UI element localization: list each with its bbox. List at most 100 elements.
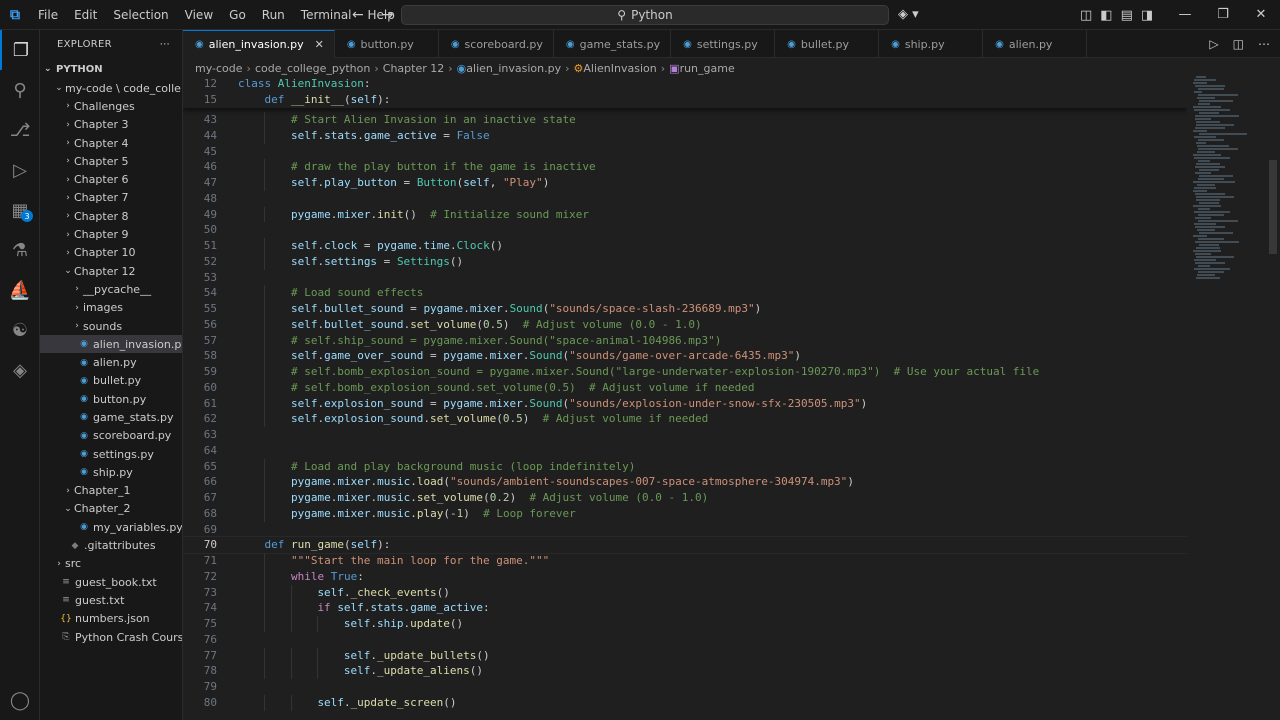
tab-alien_invasion-py[interactable]: ◉ alien_invasion.py ✕: [183, 30, 335, 58]
code-line[interactable]: 77 self._update_bullets(): [183, 647, 1187, 664]
remote-explorer-icon[interactable]: ☯: [0, 310, 40, 350]
tree-folder[interactable]: › Chapter 8: [40, 207, 182, 225]
code-line[interactable]: 80 self._update_screen(): [183, 694, 1187, 711]
back-arrow-icon[interactable]: ←: [352, 7, 364, 23]
layout-customize-icon[interactable]: ◫: [1080, 8, 1092, 23]
code-line[interactable]: 73 self._check_events(): [183, 584, 1187, 601]
tree-file[interactable]: ◉ ship.py: [40, 463, 182, 481]
tab-alien-py[interactable]: ◉ alien.py: [983, 30, 1088, 58]
tree-folder[interactable]: › Chapter 7: [40, 189, 182, 207]
tab-bullet-py[interactable]: ◉ bullet.py: [775, 30, 880, 58]
tree-folder[interactable]: › Chapter 9: [40, 225, 182, 243]
breadcrumb-item[interactable]: Chapter 12: [383, 62, 444, 75]
menu-item-edit[interactable]: Edit: [66, 0, 105, 30]
code-line[interactable]: 60 # self.bomb_explosion_sound.set_volume…: [183, 379, 1187, 396]
scrollbar-thumb[interactable]: [1269, 160, 1277, 254]
code-line[interactable]: 54 # Load sound effects: [183, 285, 1187, 301]
tree-folder[interactable]: › sounds: [40, 317, 182, 335]
menu-item-terminal[interactable]: Terminal: [293, 0, 360, 30]
minimize-icon[interactable]: —: [1166, 0, 1204, 30]
tree-file[interactable]: ≡ guest_book.txt: [40, 573, 182, 591]
more-actions-icon[interactable]: ⋯: [160, 39, 170, 50]
testing-icon[interactable]: ⚗: [0, 230, 40, 270]
menu-item-run[interactable]: Run: [254, 0, 293, 30]
breadcrumb-item[interactable]: code_college_python: [255, 62, 370, 75]
tab-game_stats-py[interactable]: ◉ game_stats.py: [554, 30, 672, 58]
tab-button-py[interactable]: ◉ button.py: [335, 30, 439, 58]
editor-scrollbar[interactable]: [1267, 76, 1280, 720]
minimap[interactable]: [1187, 76, 1267, 720]
tree-folder[interactable]: › Chapter 6: [40, 170, 182, 188]
code-line[interactable]: 69: [183, 522, 1187, 538]
code-line[interactable]: 51 self.clock = pygame.time.Clock(): [183, 238, 1187, 254]
toggle-panel-icon[interactable]: ▤: [1121, 8, 1133, 23]
tree-folder[interactable]: › images: [40, 299, 182, 317]
close-icon[interactable]: ✕: [315, 38, 324, 51]
code-line[interactable]: 58 self.game_over_sound = pygame.mixer.So…: [183, 348, 1187, 364]
code-line[interactable]: 65 # Load and play background music (loop…: [183, 458, 1187, 475]
code-line[interactable]: 74 if self.stats.game_active:: [183, 600, 1187, 616]
toggle-sidebar-icon[interactable]: ◧: [1100, 8, 1112, 23]
source-control-icon[interactable]: ⎇: [0, 110, 40, 150]
code-line[interactable]: 68 pygame.mixer.music.play(-1) # Loop for…: [183, 505, 1187, 522]
tree-folder[interactable]: › __pycache__: [40, 280, 182, 298]
code-line[interactable]: 56 self.bullet_sound.set_volume(0.5) # Ad…: [183, 316, 1187, 333]
tree-file[interactable]: ◉ scoreboard.py: [40, 427, 182, 445]
code-line[interactable]: 47 self.play_button = Button(self, "Play"…: [183, 175, 1187, 191]
tree-file[interactable]: ◉ alien_invasion.py: [40, 335, 182, 354]
tree-folder[interactable]: › Chapter 3: [40, 116, 182, 134]
code-line[interactable]: 57 # self.ship_sound = pygame.mixer.Sound…: [183, 332, 1187, 349]
split-editor-icon[interactable]: ◫: [1233, 37, 1244, 51]
code-line[interactable]: 12 class AlienInvasion:: [183, 76, 1187, 92]
menu-item-view[interactable]: View: [177, 0, 221, 30]
tree-folder[interactable]: ⌄ Chapter 12: [40, 262, 182, 280]
tree-file[interactable]: ◉ settings.py: [40, 445, 182, 463]
code-line[interactable]: 70 def run_game(self):: [183, 536, 1187, 554]
tree-folder[interactable]: › Chapter 4: [40, 134, 182, 152]
code-line[interactable]: 48: [183, 191, 1187, 207]
code-line[interactable]: 49 pygame.mixer.init() # Initialize sound…: [183, 206, 1187, 223]
restore-icon[interactable]: ❐: [1204, 0, 1242, 30]
forward-arrow-icon[interactable]: →: [382, 7, 394, 23]
code-line[interactable]: 62 self.explosion_sound.set_volume(0.5) #…: [183, 411, 1187, 427]
more-actions-icon[interactable]: ⋯: [1258, 37, 1270, 51]
tree-folder[interactable]: ⌄ Chapter_2: [40, 500, 182, 518]
tree-file[interactable]: ◉ my_variables.py: [40, 518, 182, 536]
tree-file[interactable]: {} numbers.json: [40, 610, 182, 628]
code-line[interactable]: 59 # self.bomb_explosion_sound = pygame.m…: [183, 364, 1187, 380]
run-icon[interactable]: ▷: [1209, 37, 1218, 51]
tree-file[interactable]: ◉ alien.py: [40, 353, 182, 371]
workspace-root[interactable]: ⌄ PYTHON: [40, 59, 182, 79]
tree-folder[interactable]: › Chapter 10: [40, 244, 182, 262]
tree-file[interactable]: ⎘ Python Crash Course-...: [40, 628, 182, 646]
code-line[interactable]: 50: [183, 222, 1187, 238]
code-line[interactable]: 53: [183, 270, 1187, 286]
tree-file[interactable]: ◉ game_stats.py: [40, 408, 182, 426]
code-line[interactable]: 75 self.ship.update(): [183, 616, 1187, 632]
tree-folder[interactable]: › Chapter 5: [40, 152, 182, 170]
code-line[interactable]: 76: [183, 632, 1187, 648]
explorer-icon[interactable]: ❐: [0, 30, 40, 70]
tree-folder[interactable]: › src: [40, 555, 182, 573]
database-icon[interactable]: ◈: [0, 350, 40, 390]
run-debug-icon[interactable]: ▷: [0, 150, 40, 190]
code-line[interactable]: 45: [183, 144, 1187, 160]
extensions-icon[interactable]: ▦ 3: [0, 190, 40, 230]
command-center-search[interactable]: ⚲ Python: [401, 5, 889, 25]
code-line[interactable]: 61 self.explosion_sound = pygame.mixer.So…: [183, 395, 1187, 412]
account-icon[interactable]: ◯: [0, 680, 40, 720]
breadcrumb-item[interactable]: AlienInvasion: [583, 62, 656, 75]
tree-file[interactable]: ◆ .gitattributes: [40, 536, 182, 554]
copilot-icon[interactable]: ◈ ▾: [898, 0, 919, 30]
code-line[interactable]: 63: [183, 427, 1187, 443]
docker-icon[interactable]: ⛵: [0, 270, 40, 310]
tree-file[interactable]: ≡ guest.txt: [40, 591, 182, 609]
tree-folder[interactable]: › Chapter_1: [40, 482, 182, 500]
code-line[interactable]: 15 def __init__(self):: [183, 92, 1187, 108]
code-line[interactable]: 78 self._update_aliens(): [183, 663, 1187, 679]
tab-ship-py[interactable]: ◉ ship.py: [879, 30, 984, 58]
menu-item-selection[interactable]: Selection: [105, 0, 176, 30]
code-line[interactable]: 67 pygame.mixer.music.set_volume(0.2) # A…: [183, 490, 1187, 506]
breadcrumb-item[interactable]: my-code: [195, 62, 243, 75]
code-line[interactable]: 46 # draw the play button if the game is …: [183, 159, 1187, 175]
